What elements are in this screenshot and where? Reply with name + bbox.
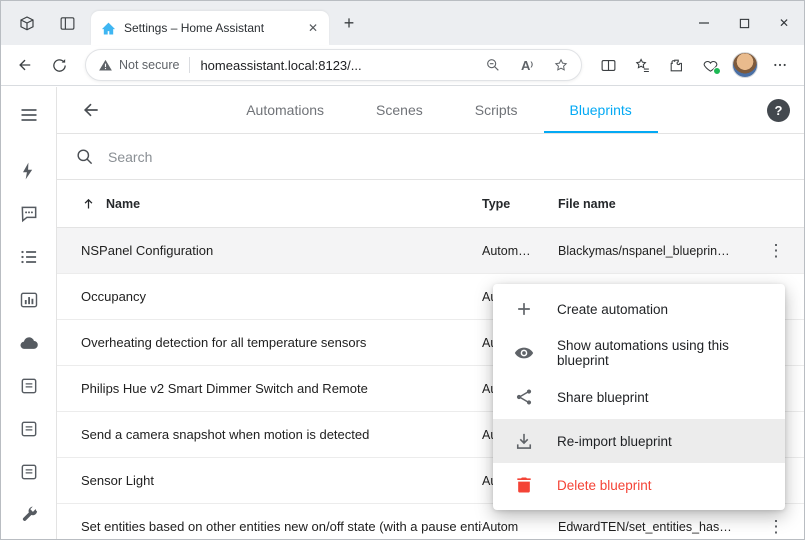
plus-icon [513,298,535,320]
zoom-out-icon[interactable] [479,51,507,79]
menu-item-create-automation[interactable]: Create automation [493,287,785,331]
search-row [57,134,804,180]
row-overflow-menu-icon[interactable]: ⋮ [758,233,794,269]
refresh-icon[interactable] [43,49,75,81]
column-name[interactable]: Name [81,196,482,211]
sidebar-item-history[interactable] [7,278,51,321]
help-icon[interactable]: ? [767,99,790,122]
home-assistant-app: Automations Scenes Scripts Blueprints ? … [1,87,804,539]
favorites-hub-icon[interactable] [626,49,658,81]
search-input[interactable] [108,149,786,165]
sidebar-item-device-1[interactable] [7,364,51,407]
import-icon [513,430,535,452]
split-screen-icon[interactable] [592,49,624,81]
browser-window: Settings – Home Assistant ✕ + ✕ Not secu… [0,0,805,540]
menu-item-reimport-blueprint[interactable]: Re-import blueprint [493,419,785,463]
cloud-icon [19,333,39,353]
chat-icon [19,204,39,224]
tab-scenes[interactable]: Scenes [350,87,449,133]
sidebar-item-assist[interactable] [7,192,51,235]
settings-menu-icon[interactable] [764,49,796,81]
minimize-icon[interactable] [684,1,724,45]
sidebar-item-tools[interactable] [7,493,51,536]
search-icon [75,147,94,166]
ha-tab-bar: Automations Scenes Scripts Blueprints [111,87,767,133]
home-assistant-favicon-icon [101,21,116,36]
browser-essentials-icon[interactable] [694,49,726,81]
blueprint-context-menu: Create automation Show automations using… [493,284,785,510]
essentials-status-dot [713,67,721,75]
menu-item-share-blueprint[interactable]: Share blueprint [493,375,785,419]
ha-main-panel: Automations Scenes Scripts Blueprints ? … [57,87,804,539]
ha-header: Automations Scenes Scripts Blueprints ? [57,87,804,134]
sidebar-item-device-3[interactable] [7,450,51,493]
ha-back-icon[interactable] [71,90,111,130]
device-box-icon [19,376,39,396]
close-window-icon[interactable]: ✕ [764,1,804,45]
read-aloud-icon[interactable]: A⁾ [513,51,541,79]
wrench-icon [19,505,39,525]
ha-sidebar [1,87,57,539]
security-label: Not secure [119,58,179,72]
back-icon[interactable] [9,49,41,81]
sidebar-item-cloud[interactable] [7,321,51,364]
profile-button[interactable] [728,48,762,82]
device-box-icon [19,419,39,439]
eye-icon [513,342,535,364]
tab-close-icon[interactable]: ✕ [303,18,323,38]
sidebar-item-logbook[interactable] [7,235,51,278]
profile-avatar [732,52,758,78]
address-divider [189,57,190,73]
tab-blueprints[interactable]: Blueprints [544,87,658,133]
browser-titlebar: Settings – Home Assistant ✕ + ✕ [1,1,804,45]
list-icon [19,247,39,267]
sidebar-item-device-2[interactable] [7,407,51,450]
browser-navbar: Not secure homeassistant.local:8123/... … [1,45,804,86]
sort-ascending-icon [81,196,96,211]
tab-scripts[interactable]: Scripts [449,87,544,133]
address-bar[interactable]: Not secure homeassistant.local:8123/... … [85,49,582,81]
share-icon [513,386,535,408]
hamburger-icon [19,105,39,125]
titlebar-left-icons [11,1,83,45]
workspaces-icon[interactable] [11,7,43,39]
column-type[interactable]: Type [482,197,558,211]
sidebar-item-energy[interactable] [7,149,51,192]
maximize-icon[interactable] [724,1,764,45]
trash-icon [513,474,535,496]
tab-actions-icon[interactable] [51,7,83,39]
menu-item-delete-blueprint[interactable]: Delete blueprint [493,463,785,507]
bar-chart-icon [19,290,39,310]
not-secure-warning-icon [98,58,113,73]
browser-tab[interactable]: Settings – Home Assistant ✕ [91,11,329,45]
row-overflow-menu-icon[interactable]: ⋮ [758,509,794,540]
device-box-icon [19,462,39,482]
column-file-name[interactable]: File name [558,197,758,211]
window-controls: ✕ [684,1,804,45]
table-row[interactable]: NSPanel Configuration Autom… Blackymas/n… [57,228,804,274]
tab-automations[interactable]: Automations [220,87,350,133]
tab-title: Settings – Home Assistant [124,21,295,35]
table-header: Name Type File name [57,180,804,228]
lightning-icon [19,161,39,181]
new-tab-button[interactable]: + [335,9,363,37]
url-text[interactable]: homeassistant.local:8123/... [200,58,473,73]
extensions-icon[interactable] [660,49,692,81]
menu-item-show-automations[interactable]: Show automations using this blueprint [493,331,785,375]
favorite-star-icon[interactable] [547,51,575,79]
sidebar-menu-button[interactable] [7,93,51,136]
